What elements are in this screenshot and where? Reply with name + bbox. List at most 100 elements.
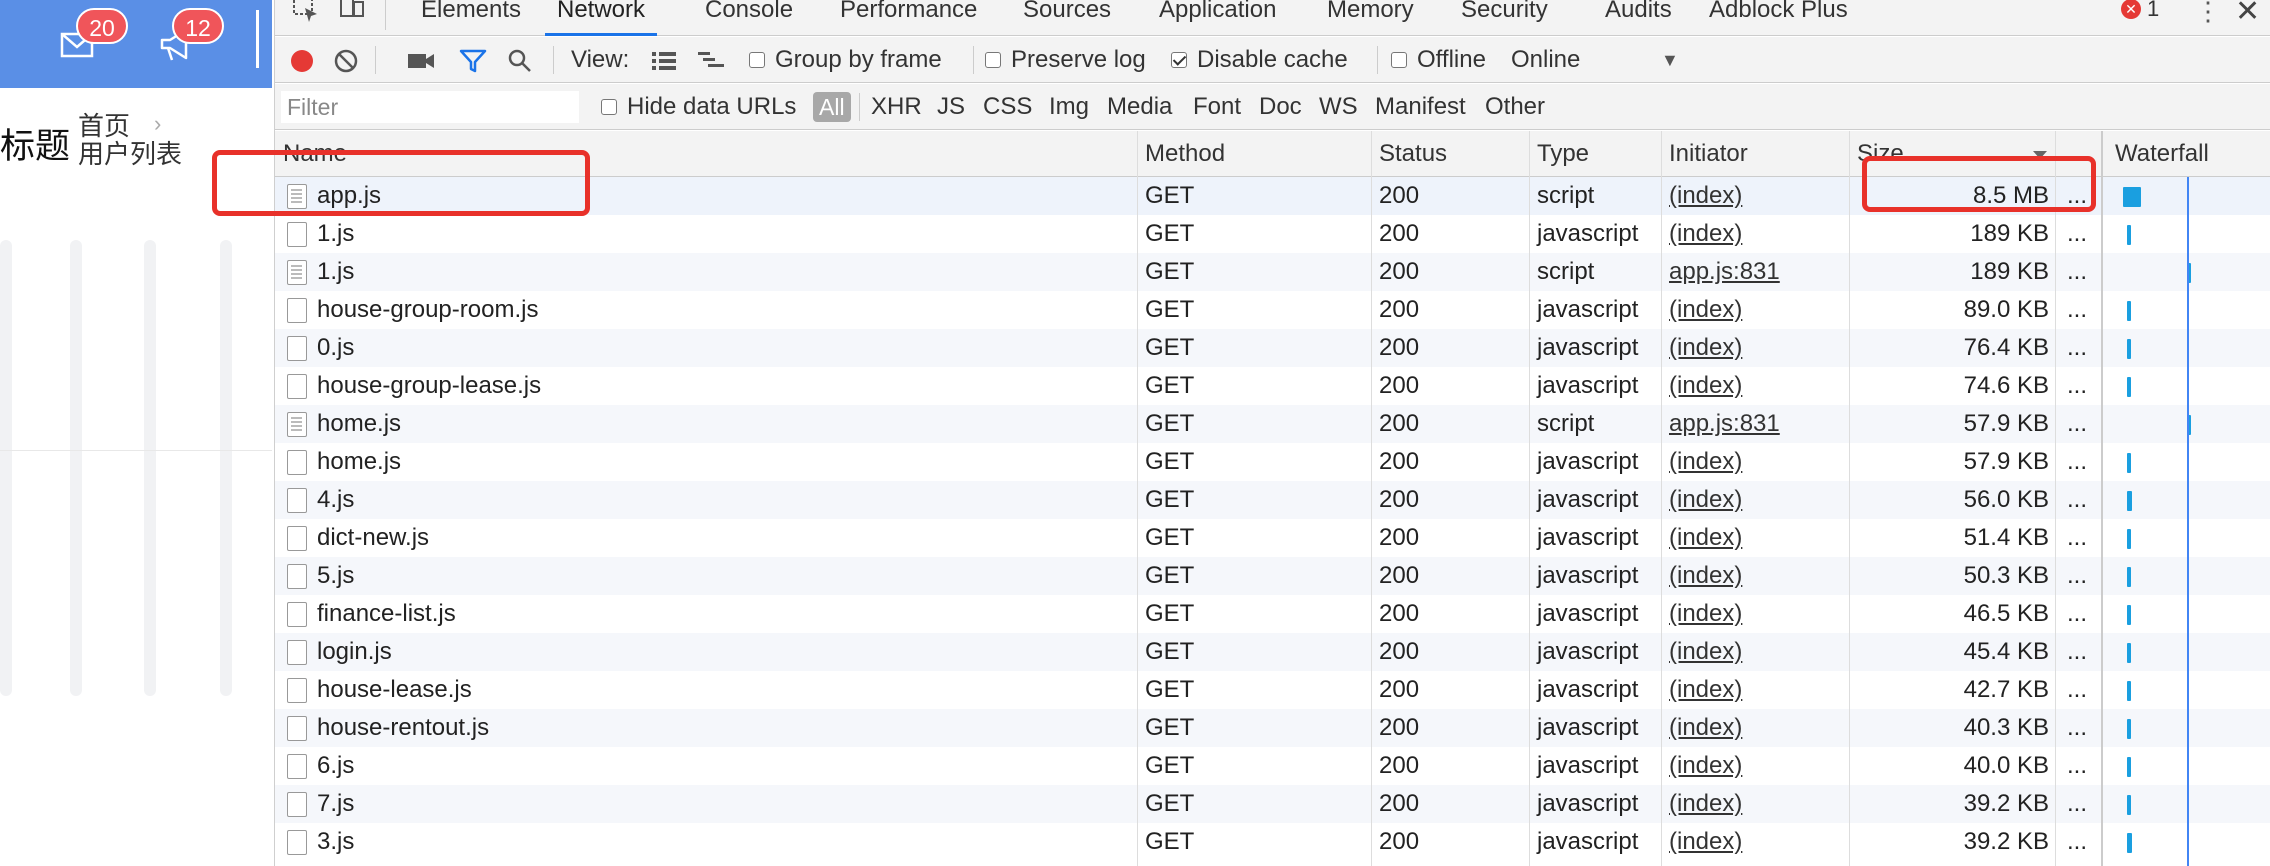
notice-button[interactable]: 12 (158, 8, 224, 64)
offline-checkbox[interactable]: Offline (1391, 37, 1486, 83)
device-toolbar-icon[interactable] (337, 0, 367, 30)
table-row[interactable]: 5.js GET 200 javascript (index) 50.3 KB... (275, 557, 2270, 595)
filter-input[interactable] (281, 91, 579, 123)
clear-icon[interactable] (333, 48, 359, 74)
cell-more[interactable]: ... (2067, 747, 2087, 785)
table-row[interactable]: home.js GET 200 script app.js:831 57.9 KB... (275, 405, 2270, 443)
filter-type-js[interactable]: JS (937, 84, 965, 130)
cell-more[interactable]: ... (2067, 671, 2087, 709)
cell-more[interactable]: ... (2067, 557, 2087, 595)
filter-type-xhr[interactable]: XHR (871, 84, 922, 130)
preserve-log-checkbox[interactable]: Preserve log (985, 37, 1146, 83)
checkbox-box[interactable] (985, 52, 1001, 68)
filter-type-manifest[interactable]: Manifest (1375, 84, 1466, 130)
table-row[interactable]: house-group-lease.js GET 200 javascript (ind… (275, 367, 2270, 405)
group-by-frame-checkbox[interactable]: Group by frame (749, 37, 942, 83)
table-row[interactable]: 6.js GET 200 javascript (index) 40.0 KB... (275, 747, 2270, 785)
cell-initiator-link[interactable]: app.js:831 (1669, 253, 1780, 291)
search-icon[interactable] (507, 48, 533, 74)
close-icon[interactable]: ✕ (2235, 0, 2260, 29)
cell-more[interactable]: ... (2067, 823, 2087, 861)
cell-name[interactable]: 1.js (317, 215, 354, 253)
cell-more[interactable]: ... (2067, 253, 2087, 291)
column-name[interactable]: Name (275, 131, 347, 177)
table-row[interactable]: 1.js GET 200 javascript (index) 189 KB... (275, 215, 2270, 253)
cell-initiator-link[interactable]: (index) (1669, 177, 1742, 215)
checkbox-box[interactable] (1391, 52, 1407, 68)
filter-type-css[interactable]: CSS (983, 84, 1032, 130)
column-initiator[interactable]: Initiator (1661, 131, 1748, 177)
cell-initiator-link[interactable]: (index) (1669, 519, 1742, 557)
hide-data-urls-checkbox[interactable]: Hide data URLs (601, 84, 796, 130)
cell-initiator-link[interactable]: (index) (1669, 215, 1742, 253)
checkbox-box[interactable] (749, 52, 765, 68)
column-method[interactable]: Method (1137, 131, 1225, 177)
error-counter[interactable]: ✕ 1 (2121, 0, 2159, 22)
cell-initiator-link[interactable]: (index) (1669, 367, 1742, 405)
filter-funnel-icon[interactable] (459, 48, 487, 74)
list-view-icon[interactable] (651, 50, 677, 72)
cell-more[interactable]: ... (2067, 215, 2087, 253)
table-row[interactable]: house-lease.js GET 200 javascript (index) 42.… (275, 671, 2270, 709)
tab-sources[interactable]: Sources (1023, 0, 1111, 36)
table-row[interactable]: 4.js GET 200 javascript (index) 56.0 KB... (275, 481, 2270, 519)
cell-name[interactable]: home.js (317, 443, 401, 481)
cell-initiator-link[interactable]: (index) (1669, 709, 1742, 747)
column-size[interactable]: Size (1849, 131, 1904, 177)
cell-initiator-link[interactable]: (index) (1669, 557, 1742, 595)
cell-more[interactable]: ... (2067, 177, 2087, 215)
table-row[interactable]: house-rentout.js GET 200 javascript (index) 4… (275, 709, 2270, 747)
tab-audits[interactable]: Audits (1605, 0, 1672, 36)
cell-more[interactable]: ... (2067, 481, 2087, 519)
cell-more[interactable]: ... (2067, 329, 2087, 367)
cell-initiator-link[interactable]: (index) (1669, 823, 1742, 861)
tab-network[interactable]: Network (545, 0, 657, 36)
table-row[interactable]: app.js GET 200 script (index) 8.5 MB... (275, 177, 2270, 215)
table-row[interactable]: 7.js GET 200 javascript (index) 39.2 KB... (275, 785, 2270, 823)
cell-more[interactable]: ... (2067, 633, 2087, 671)
table-row[interactable]: home.js GET 200 javascript (index) 57.9 KB... (275, 443, 2270, 481)
more-options-icon[interactable]: ⋮ (2195, 0, 2221, 27)
cell-name[interactable]: 6.js (317, 747, 354, 785)
cell-initiator-link[interactable]: (index) (1669, 291, 1742, 329)
cell-initiator-link[interactable]: (index) (1669, 671, 1742, 709)
filter-type-font[interactable]: Font (1193, 84, 1241, 130)
cell-name[interactable]: house-group-lease.js (317, 367, 541, 405)
cell-more[interactable]: ... (2067, 595, 2087, 633)
cell-initiator-link[interactable]: (index) (1669, 443, 1742, 481)
breadcrumb-home[interactable]: 首页 (78, 112, 182, 140)
cell-initiator-link[interactable]: app.js:831 (1669, 405, 1780, 443)
filter-type-ws[interactable]: WS (1319, 84, 1358, 130)
cell-name[interactable]: 1.js (317, 253, 354, 291)
table-row[interactable]: 0.js GET 200 javascript (index) 76.4 KB... (275, 329, 2270, 367)
mail-button[interactable]: 20 (58, 8, 128, 64)
filter-type-all[interactable]: All (813, 92, 851, 122)
cell-name[interactable]: home.js (317, 405, 401, 443)
cell-more[interactable]: ... (2067, 785, 2087, 823)
cell-more[interactable]: ... (2067, 709, 2087, 747)
column-status[interactable]: Status (1371, 131, 1447, 177)
filter-type-media[interactable]: Media (1107, 84, 1172, 130)
cell-initiator-link[interactable]: (index) (1669, 481, 1742, 519)
cell-name[interactable]: dict-new.js (317, 519, 429, 557)
cell-name[interactable]: 7.js (317, 785, 354, 823)
cell-more[interactable]: ... (2067, 291, 2087, 329)
cell-more[interactable]: ... (2067, 519, 2087, 557)
cell-initiator-link[interactable]: (index) (1669, 329, 1742, 367)
screenshot-capture-icon[interactable] (407, 50, 435, 72)
inspect-element-icon[interactable] (291, 0, 321, 30)
table-row[interactable]: house-group-room.js GET 200 javascript (inde… (275, 291, 2270, 329)
filter-type-img[interactable]: Img (1049, 84, 1089, 130)
cell-name[interactable]: house-rentout.js (317, 709, 489, 747)
record-icon[interactable] (289, 48, 315, 74)
cell-name[interactable]: 3.js (317, 823, 354, 861)
cell-more[interactable]: ... (2067, 443, 2087, 481)
table-row[interactable]: 3.js GET 200 javascript (index) 39.2 KB... (275, 823, 2270, 861)
cell-name[interactable]: login.js (317, 633, 392, 671)
table-row[interactable]: dict-new.js GET 200 javascript (index) 51.4 K… (275, 519, 2270, 557)
column-waterfall[interactable]: Waterfall (2107, 131, 2209, 177)
filter-type-other[interactable]: Other (1485, 84, 1545, 130)
table-row[interactable]: finance-list.js GET 200 javascript (index) 46… (275, 595, 2270, 633)
cell-initiator-link[interactable]: (index) (1669, 747, 1742, 785)
throttling-select[interactable]: Online ▼ (1511, 37, 1679, 83)
